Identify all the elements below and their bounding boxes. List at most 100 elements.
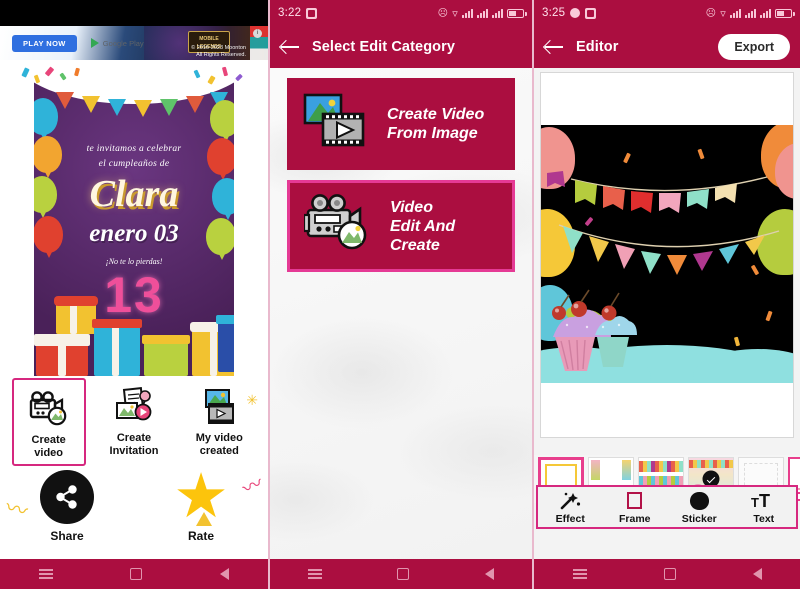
invitation-card-icon (99, 384, 169, 430)
signal-icon (730, 8, 741, 18)
confetti-decor (623, 152, 631, 164)
action-create-video[interactable]: Create video (11, 378, 86, 466)
ad-google-play: Google Play (90, 38, 144, 48)
signal-icon (477, 8, 488, 18)
invitation-name: Clara (89, 173, 179, 215)
home-icon[interactable] (130, 568, 143, 580)
checkmark-icon (706, 474, 716, 484)
back-icon[interactable] (220, 568, 230, 580)
signal-icon (745, 8, 756, 18)
svg-text:T: T (759, 491, 770, 511)
ad-store-label: Google Play (102, 38, 144, 48)
mute-icon: ☹ (437, 7, 449, 19)
category-label: Video Edit And Create (390, 198, 456, 254)
signal-icon (492, 8, 503, 18)
home-icon[interactable] (663, 568, 676, 580)
page-title: Select Edit Category (312, 39, 456, 55)
editor-toolbar: Effect Frame Sticker T T Text (536, 485, 798, 529)
info-icon[interactable]: i (253, 29, 262, 38)
tool-frame[interactable]: Frame (606, 490, 664, 525)
notification-icon (570, 8, 581, 18)
ad-play-now-button[interactable]: PLAY NOW (12, 34, 77, 52)
invitation-preview[interactable]: te invitamos a celebrar el cumpleaños de… (17, 66, 251, 376)
action-label: My video created (195, 432, 243, 457)
screenshot-icon (585, 7, 597, 19)
status-bar-2: 3:22 ☹ ▿ (270, 0, 532, 26)
confetti-decor (765, 310, 773, 322)
navbar-2 (270, 559, 532, 589)
appbar-2: Select Edit Category (270, 26, 532, 68)
bunting-decor (34, 86, 234, 120)
home-action-row: Create video Create Invitation My video … (0, 378, 268, 466)
share-icon (40, 470, 94, 524)
back-icon[interactable] (485, 568, 495, 580)
status-time: 3:22 (278, 7, 302, 19)
video-camera-image-icon (16, 386, 82, 432)
panel-editor: 3:25 ☹ ▿ Editor Export Effect Frame Stic… (534, 0, 800, 589)
back-icon[interactable] (752, 568, 762, 580)
image-filmstrip-icon (184, 384, 254, 430)
status-bar-1 (0, 0, 268, 26)
tool-effect[interactable]: Effect (541, 490, 599, 525)
svg-text:T: T (751, 495, 759, 510)
ad-copyright: © 2016-2023 Moonton All Rights Reserved. (191, 45, 246, 58)
wifi-icon: ▿ (720, 7, 726, 20)
appbar-3: Editor Export (534, 26, 800, 68)
tool-label: Sticker (681, 512, 717, 525)
status-time: 3:25 (542, 7, 566, 19)
rate-action[interactable]: ★ Rate (155, 462, 247, 544)
share-label: Share (50, 529, 84, 543)
invitation-card: te invitamos a celebrar el cumpleaños de… (34, 80, 234, 376)
tool-label: Effect (555, 512, 585, 525)
back-arrow-icon[interactable] (280, 37, 300, 57)
ad-banner[interactable]: PLAY NOW Google Play MOBILE LEGENDS © 20… (0, 26, 268, 60)
editor-canvas[interactable] (540, 72, 794, 438)
invitation-line-2: el cumpleaños de (98, 159, 170, 169)
signal-icon (760, 8, 771, 18)
mute-icon: ☹ (705, 7, 717, 19)
export-button[interactable]: Export (718, 34, 790, 60)
magic-wand-icon (541, 490, 599, 512)
tool-label: Frame (618, 512, 651, 525)
screenshot-root: PLAY NOW Google Play MOBILE LEGENDS © 20… (0, 0, 800, 589)
panel-select-edit-category: 3:22 ☹ ▿ Select Edit Category Create Vid… (268, 0, 534, 589)
share-action[interactable]: Share (21, 470, 113, 543)
category-list: Create Video From Image Video Edit And C… (270, 68, 532, 559)
invitation-tagline: ¡No te lo pierdas! (105, 257, 163, 266)
home-bottom-row: Share ★ Rate (0, 462, 268, 544)
category-label: Create Video From Image (387, 106, 485, 142)
tool-text[interactable]: T T Text (735, 490, 793, 525)
home-icon[interactable] (397, 568, 410, 580)
action-label: Create Invitation (109, 432, 159, 457)
back-arrow-icon[interactable] (544, 37, 564, 57)
recents-icon[interactable] (572, 569, 587, 579)
tool-label: Text (753, 512, 775, 525)
sticker-blob-icon (670, 490, 728, 512)
editor-content: Effect Frame Sticker T T Text (534, 68, 800, 559)
category-video-edit-and-create[interactable]: Video Edit And Create (287, 180, 515, 272)
invitation-date: enero 03 (89, 220, 179, 247)
battery-icon (775, 8, 795, 18)
status-bar-3: 3:25 ☹ ▿ (534, 0, 800, 26)
category-create-video-from-image[interactable]: Create Video From Image (287, 78, 515, 170)
frame-square-icon (606, 490, 664, 512)
google-play-icon (90, 38, 99, 48)
recents-icon[interactable] (38, 569, 53, 579)
action-create-invitation[interactable]: Create Invitation (97, 378, 171, 462)
decor-sparkle: ✳ (246, 392, 258, 408)
invitation-age: 13 (104, 267, 164, 323)
tool-sticker[interactable]: Sticker (670, 490, 728, 525)
signal-icon (462, 8, 473, 18)
invitation-line-1: te invitamos a celebrar (86, 144, 182, 154)
screenshot-icon (306, 7, 318, 19)
confetti-decor (17, 66, 251, 88)
frame-artwork (541, 125, 793, 383)
recents-icon[interactable] (307, 569, 322, 579)
confetti-decor (697, 148, 705, 160)
action-label: Create video (31, 434, 66, 459)
home-content: te invitamos a celebrar el cumpleaños de… (0, 60, 268, 559)
action-my-video-created[interactable]: My video created (182, 378, 256, 462)
navbar-3 (534, 559, 800, 589)
navbar-1 (0, 559, 268, 589)
star-icon: ★ (173, 462, 229, 531)
